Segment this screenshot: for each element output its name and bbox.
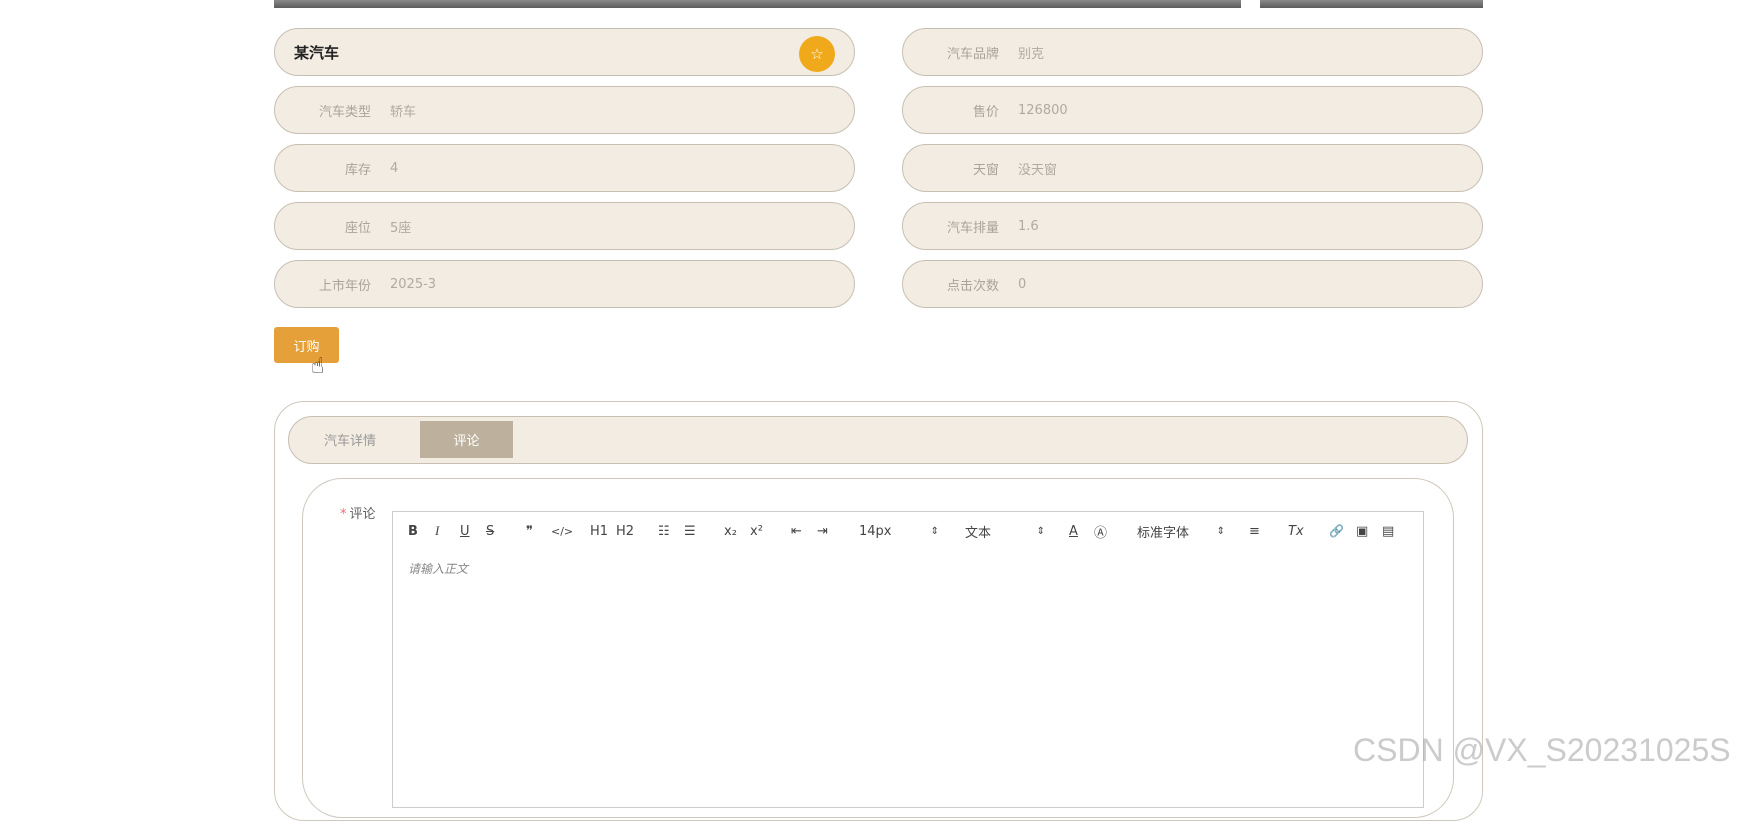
chevron-updown-icon: ⇕	[1036, 525, 1045, 537]
order-button[interactable]: 订购	[274, 327, 339, 363]
field-value: 0	[1018, 276, 1027, 292]
subscript-button[interactable]: x₂	[724, 512, 737, 550]
field-stock: 库存 4	[274, 144, 855, 192]
star-icon: ☆	[810, 45, 824, 63]
field-release-year: 上市年份 2025-3	[274, 260, 855, 308]
field-sunroof: 天窗 没天窗	[902, 144, 1483, 192]
car-image-main	[274, 0, 1241, 8]
header-value: 文本	[965, 525, 992, 541]
field-brand: 汽车品牌 别克	[902, 28, 1483, 76]
field-value: 没天窗	[1018, 162, 1058, 178]
field-label: 汽车品牌	[946, 46, 999, 62]
field-value: 4	[390, 160, 399, 176]
font-family-select[interactable]: 标准字体 ⇕	[1137, 512, 1225, 550]
align-button[interactable]: ≡	[1249, 512, 1260, 550]
superscript-button[interactable]: x²	[750, 512, 763, 550]
header-select[interactable]: 文本 ⇕	[965, 512, 1045, 550]
field-label: 天窗	[972, 162, 999, 178]
background-color-button[interactable]: Ⓐ	[1094, 512, 1107, 550]
field-label: 售价	[972, 104, 999, 120]
header1-button[interactable]: H1	[590, 512, 608, 550]
product-title: 某汽车	[294, 43, 340, 62]
field-value: 轿车	[390, 104, 417, 120]
field-label: 库存	[344, 162, 371, 178]
field-value: 1.6	[1018, 218, 1039, 234]
bullet-list-button[interactable]: ☰	[684, 512, 696, 550]
field-label: 点击次数	[946, 278, 999, 294]
video-button[interactable]: ▤	[1382, 512, 1394, 550]
font-family-value: 标准字体	[1137, 525, 1190, 541]
blockquote-button[interactable]: ❞	[526, 512, 533, 550]
field-click-count: 点击次数 0	[902, 260, 1483, 308]
field-type: 汽车类型 轿车	[274, 86, 855, 134]
field-label: 座位	[344, 220, 371, 236]
field-price: 售价 126800	[902, 86, 1483, 134]
editor-toolbar: B I U S ❞ </> H1 H2 ☷ ☰ x₂ x² ⇤ ⇥ 14px ⇕…	[392, 511, 1424, 549]
field-value: 5座	[390, 220, 412, 236]
header2-button[interactable]: H2	[616, 512, 634, 550]
chevron-updown-icon: ⇕	[1216, 525, 1225, 537]
tab-car-details[interactable]: 汽车详情	[300, 421, 400, 458]
watermark: CSDN @VX_S20231025S	[1353, 732, 1731, 768]
field-label: 汽车类型	[318, 104, 371, 120]
image-button[interactable]: ▣	[1356, 512, 1368, 550]
clear-format-button[interactable]: Tx	[1288, 512, 1304, 550]
text-color-button[interactable]: A	[1069, 512, 1078, 550]
field-label: 汽车排量	[946, 220, 999, 236]
ordered-list-button[interactable]: ☷	[658, 512, 670, 550]
field-label: 上市年份	[318, 278, 371, 294]
bold-button[interactable]: B	[408, 512, 418, 550]
comment-label-text: 评论	[349, 507, 376, 522]
required-mark: *	[340, 507, 347, 522]
font-size-select[interactable]: 14px ⇕	[859, 512, 939, 550]
favorite-button[interactable]: ☆	[799, 36, 835, 72]
chevron-updown-icon: ⇕	[930, 525, 939, 537]
hand-cursor-icon: ☝	[311, 354, 325, 379]
product-title-pill: 某汽车 ☆	[274, 28, 855, 76]
comment-label: * 评论	[340, 503, 376, 522]
underline-button[interactable]: U	[460, 512, 470, 550]
code-block-button[interactable]: </>	[551, 512, 573, 550]
font-size-value: 14px	[859, 523, 892, 539]
field-value: 2025-3	[390, 276, 437, 292]
outdent-button[interactable]: ⇤	[791, 512, 802, 550]
indent-button[interactable]: ⇥	[817, 512, 828, 550]
car-image-thumb	[1260, 0, 1483, 8]
field-seats: 座位 5座	[274, 202, 855, 250]
field-displacement: 汽车排量 1.6	[902, 202, 1483, 250]
comment-editor[interactable]: 请输入正文	[392, 548, 1424, 808]
italic-button[interactable]: I	[435, 512, 439, 550]
field-value: 126800	[1018, 102, 1068, 118]
editor-placeholder: 请输入正文	[408, 562, 469, 576]
tab-comments[interactable]: 评论	[420, 421, 513, 458]
link-button[interactable]: 🔗	[1329, 512, 1344, 550]
field-value: 别克	[1018, 46, 1045, 62]
strike-button[interactable]: S	[486, 512, 494, 550]
